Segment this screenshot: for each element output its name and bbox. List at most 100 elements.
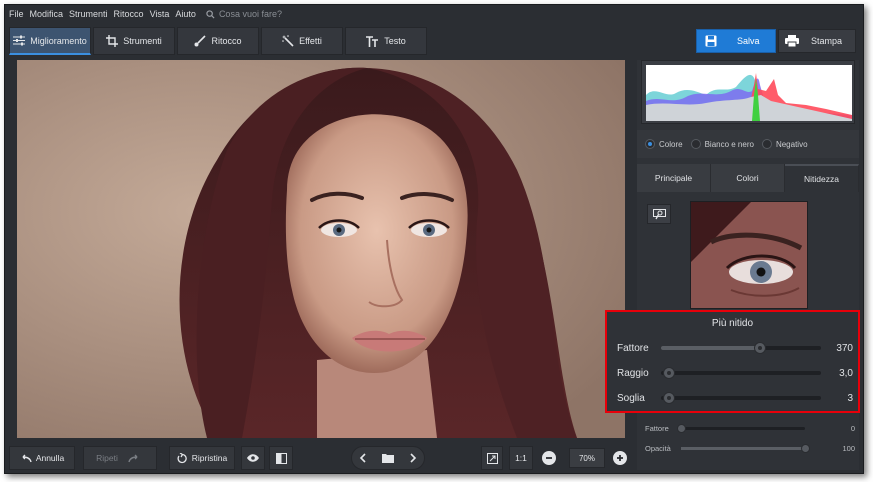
magnifier-compare-icon (652, 208, 666, 219)
image-navigator (351, 446, 425, 470)
slider-fill (661, 346, 761, 350)
radio-button[interactable] (690, 139, 701, 149)
fattore-slider-row: Fattore 0 (645, 422, 855, 434)
app-window: File Modifica Strumenti Ritocco Vista Ai… (4, 4, 864, 474)
sharpen-title: Più nitido (711, 318, 754, 329)
search-placeholder: Cosa vuoi fare? (218, 9, 282, 19)
zoom-in-button[interactable] (613, 451, 627, 465)
menu-vista[interactable]: Vista (150, 9, 170, 19)
bottom-bar: Annulla Ripeti Ripristina 1:1 70% (5, 442, 635, 473)
sharpen-preview (690, 201, 808, 309)
main-toolbar: Miglioramento Strumenti Ritocco Effetti … (5, 27, 863, 57)
fit-to-screen-button[interactable] (481, 446, 503, 470)
slider-label: Soglia (617, 392, 645, 404)
minus-icon (546, 457, 552, 459)
slider-label: Fattore (645, 423, 669, 433)
save-button[interactable]: Salva (696, 29, 776, 53)
raggio-sharpen-slider[interactable] (661, 367, 821, 379)
menu-aiuto[interactable]: Aiuto (175, 9, 196, 19)
tab-ritocco[interactable]: Ritocco (177, 27, 259, 55)
crop-icon (106, 35, 119, 47)
slider-knob[interactable] (754, 342, 767, 354)
sharpen-panel: Più nitido Fattore 370 Raggio 3,0 Soglia… (605, 310, 860, 413)
soglia-sharpen-slider[interactable] (661, 392, 821, 404)
soglia-sharpen-row: Soglia 3 (617, 390, 853, 406)
menu-strumenti[interactable]: Strumenti (69, 9, 108, 19)
photo-canvas[interactable] (17, 60, 625, 438)
tab-principale[interactable]: Principale (637, 164, 711, 192)
eye-icon (247, 454, 259, 462)
magic-wand-icon (282, 35, 294, 47)
search-icon (206, 9, 215, 19)
mode-bianco-nero[interactable]: Bianco e nero (690, 139, 754, 149)
slider-value: 3 (847, 392, 853, 404)
slider-knob[interactable] (663, 367, 675, 379)
slider-value: 3,0 (839, 367, 853, 379)
tab-label: Miglioramento (30, 35, 87, 46)
preview-eye-image (691, 202, 807, 308)
fit-screen-icon (486, 452, 498, 464)
tab-miglioramento[interactable]: Miglioramento (9, 27, 91, 55)
tab-label: Ritocco (211, 36, 242, 46)
redo-label: Ripeti (96, 453, 118, 463)
slider-value: 0 (850, 423, 855, 433)
search-field[interactable]: Cosa vuoi fare? (206, 9, 282, 19)
slider-knob[interactable] (801, 443, 810, 453)
tab-effetti[interactable]: Effetti (261, 27, 343, 55)
chevron-right-icon[interactable] (409, 453, 417, 463)
mode-colore[interactable]: Colore (645, 139, 683, 149)
compare-view-button[interactable] (269, 446, 293, 470)
tab-nitidezza[interactable]: Nitidezza (785, 164, 859, 192)
opacita-slider-row: Opacità 100 (645, 442, 855, 454)
zoom-level[interactable]: 70% (569, 448, 605, 468)
slider-label: Raggio (617, 367, 649, 379)
menu-ritocco[interactable]: Ritocco (114, 9, 144, 19)
fattore-slider-track[interactable] (677, 423, 805, 433)
tab-strumenti[interactable]: Strumenti (93, 27, 175, 55)
radio-button[interactable] (761, 139, 772, 149)
mode-label: Bianco e nero (704, 139, 754, 149)
text-icon (366, 35, 379, 47)
slider-label: Fattore (617, 342, 649, 354)
folder-icon[interactable] (381, 453, 394, 463)
undo-icon (22, 454, 32, 462)
compare-button[interactable] (647, 204, 671, 224)
sliders-icon (13, 35, 26, 46)
menu-modifica[interactable]: Modifica (30, 9, 64, 19)
actual-size-button[interactable]: 1:1 (509, 446, 533, 470)
zoom-out-button[interactable] (542, 451, 556, 465)
brush-icon (194, 35, 207, 47)
tab-colori[interactable]: Colori (711, 164, 785, 192)
undo-button[interactable]: Annulla (9, 446, 75, 470)
menu-file[interactable]: File (9, 9, 24, 19)
redo-icon (128, 454, 138, 462)
slider-value: 100 (842, 443, 855, 453)
fattore-sharpen-slider[interactable] (661, 342, 821, 354)
slider-value: 370 (836, 342, 853, 354)
print-label: Stampa (811, 36, 843, 46)
mode-negativo[interactable]: Negativo (761, 139, 808, 149)
color-mode-selector: Colore Bianco e nero Negativo (637, 130, 859, 158)
histogram (641, 60, 855, 124)
histogram-graph (646, 65, 852, 121)
slider-knob[interactable] (677, 423, 686, 433)
print-button[interactable]: Stampa (778, 29, 856, 53)
opacita-slider-track[interactable] (681, 443, 810, 453)
split-view-icon (275, 452, 287, 464)
tab-testo[interactable]: Testo (345, 27, 427, 55)
chevron-left-icon[interactable] (359, 453, 367, 463)
reset-icon (177, 452, 187, 463)
redo-button[interactable]: Ripeti (83, 446, 157, 470)
slider-knob[interactable] (663, 392, 675, 404)
mode-label: Negativo (775, 139, 808, 149)
reset-label: Ripristina (191, 453, 228, 463)
mode-tabs: Miglioramento Strumenti Ritocco Effetti … (9, 27, 429, 55)
panel-tabs: Principale Colori Nitidezza (637, 164, 859, 192)
actual-size-label: 1:1 (515, 453, 527, 463)
radio-button[interactable] (645, 139, 655, 149)
portrait-image (17, 60, 625, 438)
reset-button[interactable]: Ripristina (169, 446, 235, 470)
raggio-sharpen-row: Raggio 3,0 (617, 365, 853, 381)
plus-icon (617, 455, 623, 461)
preview-toggle-button[interactable] (241, 446, 265, 470)
